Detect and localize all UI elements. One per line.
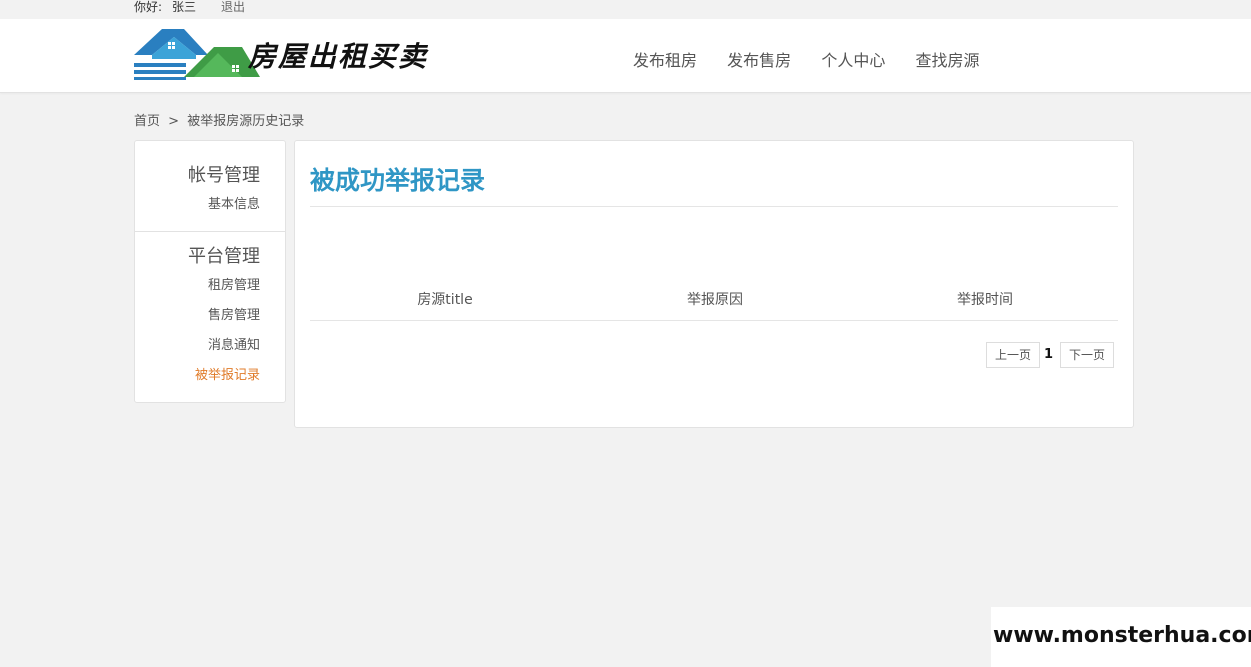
nav-find-listings[interactable]: 查找房源 (915, 47, 979, 71)
sidebar-item-basic-info[interactable]: 基本信息 (208, 193, 260, 212)
nav-publish-rent[interactable]: 发布租房 (633, 47, 697, 71)
greeting-text: 你好: (134, 0, 163, 14)
breadcrumb-home[interactable]: 首页 (134, 114, 160, 129)
house-logo-icon (134, 29, 260, 80)
header: 房屋出租买卖 发布租房 发布售房 个人中心 查找房源 (0, 19, 1251, 93)
sidebar-item-reported-records[interactable]: 被举报记录 (195, 364, 260, 383)
site-logo[interactable]: 房屋出租买卖 (134, 25, 454, 81)
page-title: 被成功举报记录 (310, 166, 486, 195)
sidebar-group-account: 帐号管理 (188, 165, 260, 186)
sidebar: 帐号管理 基本信息 平台管理 租房管理 售房管理 消息通知 被举报记录 (134, 140, 286, 403)
sidebar-group-platform: 平台管理 (188, 246, 260, 267)
column-header-listing-title: 房源title (417, 292, 473, 308)
logo-text: 房屋出租买卖 (248, 40, 429, 73)
logout-link[interactable]: 退出 (221, 0, 245, 15)
sidebar-divider (135, 231, 285, 232)
breadcrumb: 首页 > 被举报房源历史记录 (134, 110, 308, 129)
prev-page-button[interactable]: 上一页 (986, 342, 1040, 368)
main-nav: 发布租房 发布售房 个人中心 查找房源 (633, 47, 1005, 71)
main-panel: 被成功举报记录 房源title 举报原因 举报时间 上一页 1 下一页 (294, 140, 1134, 428)
table-header: 房源title 举报原因 举报时间 (310, 289, 1118, 321)
next-page-button[interactable]: 下一页 (1060, 342, 1114, 368)
breadcrumb-separator: > (168, 114, 180, 129)
title-divider (310, 206, 1118, 207)
username-text: 张三 (172, 0, 197, 14)
column-header-report-reason: 举报原因 (687, 292, 743, 308)
nav-publish-sale[interactable]: 发布售房 (727, 47, 791, 71)
current-page-number[interactable]: 1 (1044, 342, 1053, 368)
nav-personal-center[interactable]: 个人中心 (821, 47, 885, 71)
sidebar-item-sale-management[interactable]: 售房管理 (208, 304, 260, 323)
breadcrumb-current: 被举报房源历史记录 (187, 114, 305, 129)
sidebar-item-rent-management[interactable]: 租房管理 (208, 274, 260, 293)
user-bar: 你好: 张三 退出 (0, 0, 1251, 19)
watermark: www.monsterhua.com (991, 607, 1251, 667)
sidebar-item-notifications[interactable]: 消息通知 (208, 334, 260, 353)
watermark-text: www.monsterhua.com (993, 623, 1251, 648)
column-header-report-time: 举报时间 (957, 292, 1013, 308)
